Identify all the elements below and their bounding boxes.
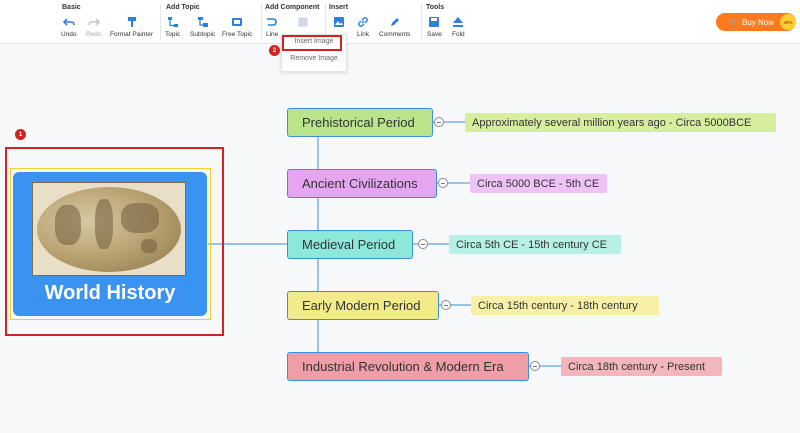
format-painter-label: Format Painter — [110, 31, 153, 38]
toolbar-divider — [261, 4, 262, 40]
subtopic-icon — [197, 17, 208, 27]
remove-image-menu-item[interactable]: Remove Image — [282, 55, 346, 62]
undo-label: Undo — [61, 31, 77, 38]
format-painter-icon — [127, 17, 136, 27]
line-button[interactable]: Line — [266, 14, 278, 42]
world-map-continent — [141, 239, 157, 253]
topic-ancient-civilizations[interactable]: Ancient Civilizations — [287, 169, 437, 198]
fold-label: Fold — [452, 31, 465, 38]
comments-label: Comments — [379, 31, 411, 38]
link-label: Link — [357, 31, 369, 38]
topic-prehistorical-period[interactable]: Prehistorical Period — [287, 108, 433, 137]
undo-button[interactable]: Undo — [61, 14, 77, 42]
step-marker: 2 — [269, 45, 280, 56]
world-map-continent — [95, 199, 113, 249]
collapse-toggle[interactable] — [438, 178, 448, 188]
free-topic-label: Free Topic — [222, 31, 253, 38]
cart-icon: 🛒 — [728, 17, 738, 27]
detail-ancient-civilizations[interactable]: Circa 5000 BCE - 5th CE — [470, 174, 607, 193]
root-topic[interactable]: World History — [13, 172, 207, 316]
world-map-continent — [121, 203, 159, 233]
group-title-insert: Insert — [329, 4, 349, 11]
topic-icon — [167, 17, 178, 27]
group-title-basic: Basic — [62, 4, 81, 11]
free-topic-button[interactable]: Free Topic — [222, 14, 252, 42]
redo-icon — [87, 18, 100, 26]
free-topic-icon — [232, 18, 243, 26]
line-label: Line — [266, 31, 279, 38]
link-button[interactable]: Link — [357, 14, 369, 42]
toolbar-divider — [421, 4, 422, 40]
world-map-image — [32, 182, 186, 276]
buy-now-button[interactable]: 🛒 Buy Now 40% — [716, 13, 796, 31]
root-title: World History — [44, 282, 176, 304]
undo-icon — [62, 18, 75, 26]
world-map-continent — [55, 205, 81, 245]
subtopic-label: Subtopic — [190, 31, 216, 38]
topic-medieval-period[interactable]: Medieval Period — [287, 230, 413, 259]
save-button[interactable]: Save — [427, 14, 442, 42]
fold-icon — [453, 17, 464, 27]
redo-button[interactable]: Redo — [86, 14, 102, 42]
step-marker: 1 — [15, 129, 26, 140]
detail-industrial-revolution[interactable]: Circa 18th century - Present — [561, 357, 722, 376]
topic-early-modern-period[interactable]: Early Modern Period — [287, 291, 439, 320]
collapse-toggle[interactable] — [441, 300, 451, 310]
topic-label: Topic — [165, 31, 181, 38]
subtopic-button[interactable]: Subtopic — [190, 14, 215, 42]
toolbar: Basic Undo Redo Format Painter Add Topic… — [0, 0, 800, 44]
comments-icon — [390, 18, 399, 26]
discount-badge: 40% — [780, 14, 796, 30]
comments-button[interactable]: Comments — [379, 14, 410, 42]
topic-industrial-revolution[interactable]: Industrial Revolution & Modern Era — [287, 352, 529, 381]
line-icon — [267, 18, 277, 26]
buy-now-label: Buy Now — [741, 17, 774, 27]
collapse-toggle[interactable] — [418, 239, 428, 249]
fold-button[interactable]: Fold — [452, 14, 465, 42]
topic-button[interactable]: Topic — [165, 14, 180, 42]
collapse-toggle[interactable] — [434, 117, 444, 127]
toolbar-divider — [160, 4, 161, 40]
group-title-add-topic: Add Topic — [166, 4, 200, 11]
image-icon — [334, 17, 344, 27]
collapse-toggle[interactable] — [530, 361, 540, 371]
group-title-add-component: Add Component — [265, 4, 320, 11]
detail-early-modern-period[interactable]: Circa 15th century - 18th century — [471, 296, 659, 315]
save-icon — [429, 17, 440, 27]
link-icon — [358, 17, 368, 27]
redo-label: Redo — [86, 31, 102, 38]
component-icon — [298, 17, 308, 27]
detail-prehistorical-period[interactable]: Approximately several million years ago … — [465, 113, 776, 132]
format-painter-button[interactable]: Format Painter — [110, 14, 153, 42]
group-title-tools: Tools — [426, 4, 445, 11]
detail-medieval-period[interactable]: Circa 5th CE - 15th century CE — [449, 235, 621, 254]
save-label: Save — [427, 31, 442, 38]
insert-image-highlight — [282, 35, 342, 51]
